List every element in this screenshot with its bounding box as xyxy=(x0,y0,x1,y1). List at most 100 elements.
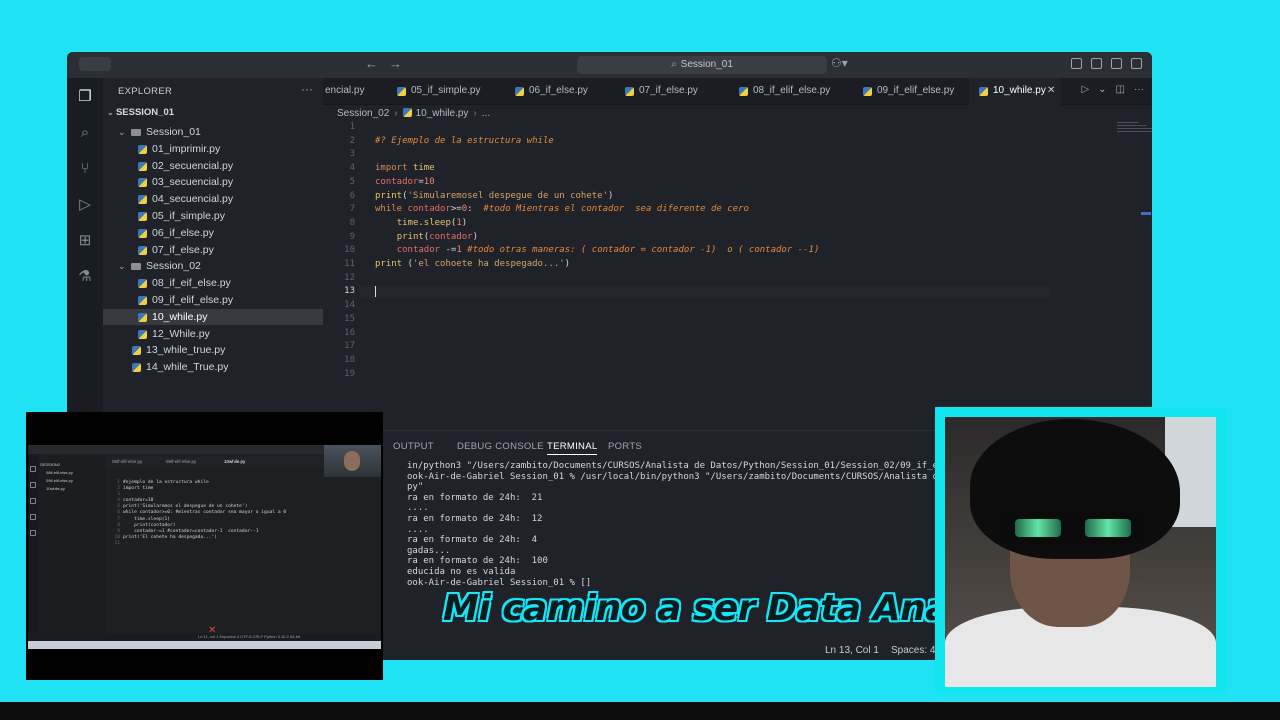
split-editor-icon[interactable]: ◫ xyxy=(1116,84,1125,95)
mini-file: 10while.py xyxy=(46,486,65,491)
back-arrow-icon[interactable]: ← xyxy=(365,56,378,71)
close-icon[interactable]: ✕ xyxy=(1047,78,1055,104)
tree-file[interactable]: 01_imprimir.py xyxy=(103,141,323,157)
code-editor[interactable]: 1 2 3 4 5 6 7 8 9 10 11 12 13 14 15 16 17 18 19 #? Ejemplo… xyxy=(323,120,1113,420)
layout-controls xyxy=(1071,58,1142,69)
tree-file[interactable]: 09_if_elif_else.py xyxy=(103,292,323,308)
search-icon[interactable]: ⌕ xyxy=(76,124,94,142)
terminal-line: py" xyxy=(407,482,424,493)
breadcrumb-more[interactable]: ... xyxy=(482,108,490,119)
tree-file-label: 09_if_elif_else.py xyxy=(152,294,234,306)
mini-webcam xyxy=(324,445,381,477)
mini-code: #ejemplo de la estructura while import t… xyxy=(123,480,287,540)
toggle-secondary-sidebar-icon[interactable] xyxy=(1131,58,1142,69)
tree-file-label: 07_if_else.py xyxy=(152,243,214,256)
code-line-7: while contador>=0: #todo Mientras el con… xyxy=(375,204,749,214)
toggle-sidebar-icon[interactable] xyxy=(1091,58,1102,69)
editor-tab[interactable]: 06_if_else.py xyxy=(505,78,609,104)
lens-reflection-right xyxy=(1085,519,1131,537)
editor-tab[interactable]: 08_if_elif_else.py xyxy=(729,78,847,104)
scroll-indicator[interactable] xyxy=(1141,212,1151,215)
tree-file-label: 10_while.py xyxy=(152,310,208,323)
panel-tab-output[interactable]: OUTPUT xyxy=(393,441,434,452)
run-dropdown-icon[interactable]: ⌄ xyxy=(1098,84,1106,95)
tree-file-label: 13_while_true.py xyxy=(146,344,226,357)
line-number: 16 xyxy=(344,327,355,338)
overlay-banner: Mi camino a ser Data Analyst xyxy=(443,588,1022,629)
window-controls[interactable] xyxy=(79,57,111,71)
explorer-more-icon[interactable]: ··· xyxy=(301,82,313,96)
explorer-icon[interactable]: ❐ xyxy=(76,88,94,106)
mini-folder-label: SESSION2 xyxy=(40,462,61,467)
forward-arrow-icon[interactable]: → xyxy=(389,56,402,71)
python-file-icon xyxy=(979,87,988,96)
mini-tab: 09if-elif-else.py xyxy=(166,459,197,464)
editor-tab[interactable]: 07_if_else.py xyxy=(615,78,723,104)
webcam-image xyxy=(945,417,1216,687)
terminal-line: ra en formato de 24h: 21 xyxy=(407,492,543,503)
folder-icon xyxy=(131,263,141,271)
breadcrumb-separator-icon: › xyxy=(394,108,398,119)
line-number: 19 xyxy=(344,368,355,379)
tree-file[interactable]: 06_if_else.py xyxy=(103,225,323,241)
workspace-root[interactable]: ⌄ SESSION_01 xyxy=(107,107,174,118)
breadcrumb-folder[interactable]: Session_02 xyxy=(337,108,389,119)
run-debug-icon[interactable]: ▷ xyxy=(76,196,94,214)
editor-tabs: encial.py 05_if_simple.py 06_if_else.py 07_… xyxy=(323,78,1152,105)
terminal-line: .... xyxy=(407,524,429,535)
terminal-line: in/python3 "/Users/zambito/Documents/CUR… xyxy=(407,461,949,471)
source-control-icon[interactable]: ⑂ xyxy=(76,160,94,178)
panel-tab-terminal[interactable]: TERMINAL xyxy=(547,441,598,455)
line-number: 7 xyxy=(349,204,355,215)
editor-tab[interactable]: 10_while.py ✕ xyxy=(969,78,1061,105)
line-number: 12 xyxy=(344,272,355,283)
terminal-line: ra en formato de 24h: 12 xyxy=(407,513,543,524)
tree-folder[interactable]: ⌄ Session_02 xyxy=(103,258,323,274)
code-line-5: contador=10 xyxy=(375,177,435,187)
line-number: 13 xyxy=(344,286,355,297)
panel-tab-ports[interactable]: PORTS xyxy=(608,441,642,452)
tree-file[interactable]: 14_while_True.py xyxy=(103,359,323,375)
code-line-2: #? Ejemplo de la estructura while xyxy=(375,136,554,146)
editor-tab[interactable]: encial.py xyxy=(323,78,383,104)
editor-tab[interactable]: 09_if_elif_else.py xyxy=(853,78,963,104)
indentation-status[interactable]: Spaces: 4 xyxy=(891,645,935,656)
tree-file[interactable]: 10_while.py xyxy=(103,308,323,325)
panel-tab-debug-console[interactable]: DEBUG CONSOLE xyxy=(457,441,544,452)
testing-icon[interactable]: ⚗ xyxy=(76,268,94,286)
tree-file[interactable]: 13_while_true.py xyxy=(103,342,323,358)
tree-file[interactable]: 03_secuencial.py xyxy=(103,174,323,190)
tree-file[interactable]: 12_While.py xyxy=(103,326,323,342)
current-line-highlight xyxy=(359,285,1049,298)
copilot-icon[interactable]: ⚇▾ xyxy=(831,56,848,70)
tree-file[interactable]: 04_secuencial.py xyxy=(103,191,323,207)
line-number: 6 xyxy=(349,190,355,201)
more-actions-icon[interactable]: ··· xyxy=(1134,84,1144,95)
tree-file-label: 06_if_else.py xyxy=(152,226,214,239)
code-line-4: import time xyxy=(375,163,435,173)
tree-file[interactable]: 02_secuencial.py xyxy=(103,158,323,174)
tree-file[interactable]: 07_if_else.py xyxy=(103,242,323,258)
tree-folder[interactable]: ⌄ Session_01 xyxy=(103,124,323,140)
cursor-position[interactable]: Ln 13, Col 1 xyxy=(825,645,879,656)
editor-tab[interactable]: 05_if_simple.py xyxy=(387,78,499,104)
terminal-output[interactable]: in/python3 "/Users/zambito/Documents/CUR… xyxy=(407,461,1007,588)
tree-file-label: 01_imprimir.py xyxy=(152,142,221,155)
tree-file[interactable]: 08_if_eif_else.py xyxy=(103,275,323,291)
code-line-8: time.sleep(1) xyxy=(396,218,468,228)
tree-file[interactable]: 05_if_simple.py xyxy=(103,208,323,224)
breadcrumb-file[interactable]: 10_while.py xyxy=(416,108,469,119)
run-icon[interactable]: ▷ xyxy=(1081,84,1089,95)
extensions-icon[interactable]: ⊞ xyxy=(76,232,94,250)
tree-file-label: 12_While.py xyxy=(152,327,210,340)
minimap[interactable] xyxy=(1117,122,1152,142)
tree-file-label: 04_secuencial.py xyxy=(152,193,234,206)
python-file-icon xyxy=(138,161,147,171)
python-file-icon xyxy=(138,279,147,289)
customize-layout-icon[interactable] xyxy=(1071,58,1082,69)
toggle-panel-icon[interactable] xyxy=(1111,58,1122,69)
python-file-icon xyxy=(402,108,412,117)
command-center-search[interactable]: ⌕ Session_01 xyxy=(577,56,827,74)
editor-tab-label: 08_if_elif_else.py xyxy=(753,85,831,96)
mini-status-bar: Ln 11, col 1 Espacios 4 UTF-8 CRLF Pytho… xyxy=(28,633,381,641)
